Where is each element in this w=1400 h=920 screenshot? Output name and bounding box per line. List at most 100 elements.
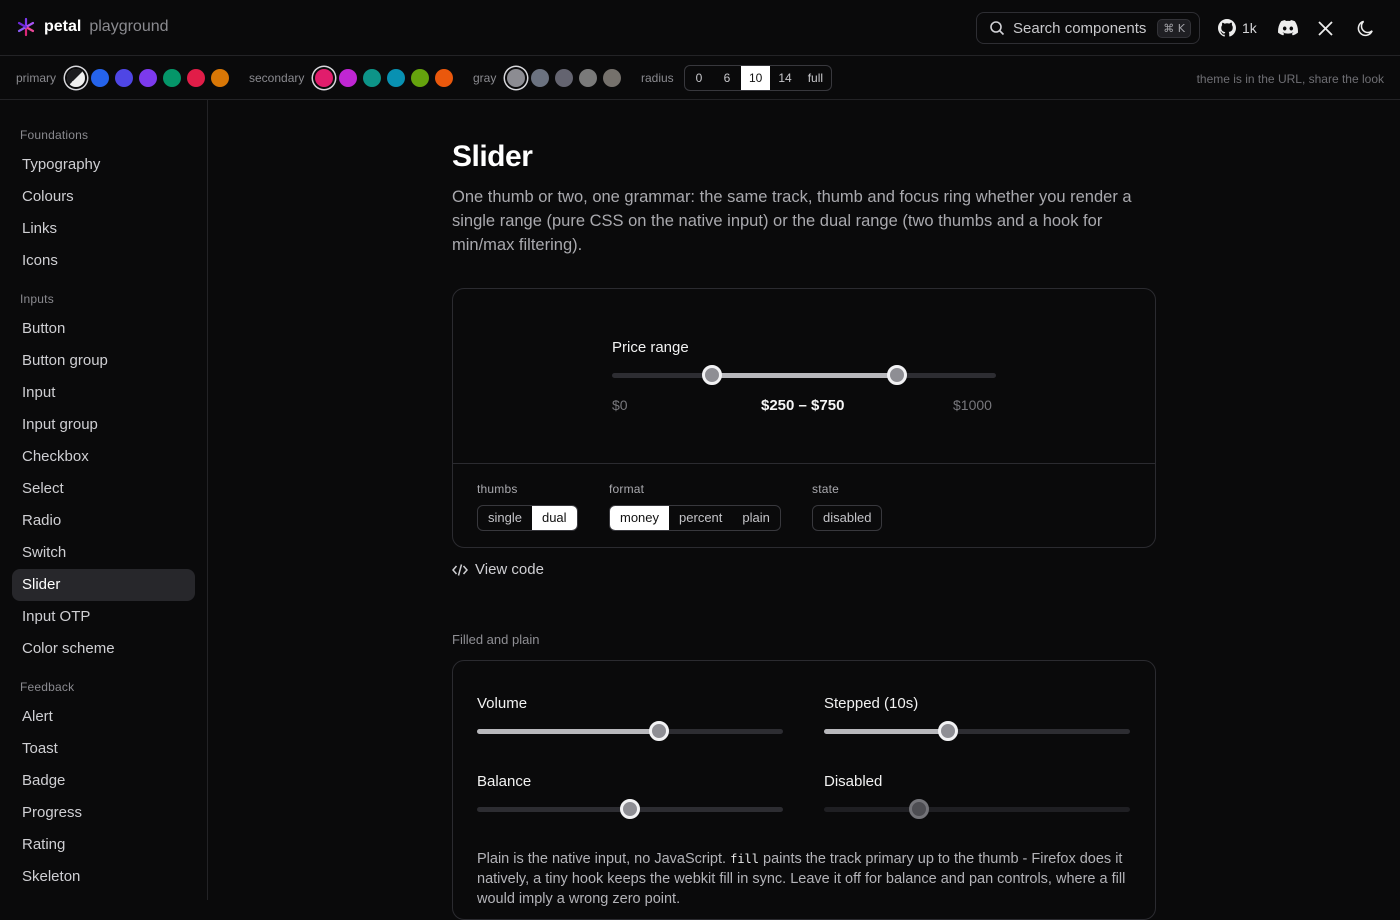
volume-slider-thumb[interactable] [649, 721, 670, 741]
gray-label: gray [473, 71, 497, 85]
secondary-label: secondary [249, 71, 305, 85]
secondary-swatch[interactable] [315, 69, 333, 87]
secondary-swatch[interactable] [339, 69, 357, 87]
primary-swatch[interactable] [139, 69, 157, 87]
thumbs-option-dual[interactable]: dual [531, 506, 577, 530]
sidebar-item-input-otp[interactable]: Input OTP [12, 601, 195, 633]
disabled-slider-thumb [908, 799, 929, 819]
format-option-plain[interactable]: plain [732, 506, 779, 530]
brand-name: petal [44, 18, 82, 35]
secondary-swatch[interactable] [363, 69, 381, 87]
search-placeholder: Search components [1013, 19, 1147, 37]
sidebar-item-skeleton[interactable]: Skeleton [12, 861, 195, 893]
gray-swatch[interactable] [579, 69, 597, 87]
state-option-disabled[interactable]: disabled [813, 506, 881, 530]
github-icon [1218, 19, 1236, 37]
gray-swatch[interactable] [603, 69, 621, 87]
thumbs-toggle: single dual [477, 505, 578, 531]
brand[interactable]: petal playground [16, 17, 169, 37]
primary-swatch[interactable] [163, 69, 181, 87]
sidebar-item-colours[interactable]: Colours [12, 181, 195, 213]
disabled-label: Disabled [824, 773, 883, 790]
primary-swatch[interactable] [187, 69, 205, 87]
fill-code: fill [730, 852, 759, 866]
format-option-percent[interactable]: percent [669, 506, 732, 530]
sidebar-item-progress[interactable]: Progress [12, 797, 195, 829]
brand-subtitle: playground [89, 18, 169, 35]
sidebar-item-icons[interactable]: Icons [12, 245, 195, 277]
sidebar-item-alert[interactable]: Alert [12, 701, 195, 733]
format-option-label: format [609, 482, 645, 496]
x-link[interactable] [1318, 18, 1333, 38]
sidebar-item-input-group[interactable]: Input group [12, 409, 195, 441]
top-bar: petal playground Search components ⌘ K 1… [0, 0, 1400, 56]
sidebar-item-rating[interactable]: Rating [12, 829, 195, 861]
format-option-money[interactable]: money [610, 506, 670, 530]
stepped-10s-slider-thumb[interactable] [937, 721, 958, 741]
section-heading: Filled and plain [452, 632, 540, 647]
page-title: Slider [452, 140, 533, 173]
format-toggle: money percent plain [609, 505, 781, 531]
primary-label: primary [16, 71, 57, 85]
radius-option[interactable]: 0 [685, 66, 713, 90]
card-divider [453, 463, 1155, 464]
sidebar-item-switch[interactable]: Switch [12, 537, 195, 569]
state-option-label: state [812, 482, 840, 496]
sidebar-item-radio[interactable]: Radio [12, 505, 195, 537]
price-max-label: $1000 [953, 397, 992, 413]
search-shortcut: ⌘ K [1157, 18, 1191, 38]
sidebar-item-typography[interactable]: Typography [12, 149, 195, 181]
secondary-swatch[interactable] [435, 69, 453, 87]
radius-option[interactable]: 10 [741, 66, 771, 90]
primary-swatch[interactable] [115, 69, 133, 87]
github-link[interactable]: 1k [1218, 18, 1257, 38]
view-code-button[interactable]: View code [452, 561, 544, 578]
sidebar-item-links[interactable]: Links [12, 213, 195, 245]
secondary-swatch[interactable] [411, 69, 429, 87]
search-button[interactable]: Search components ⌘ K [976, 12, 1200, 44]
primary-swatch[interactable] [211, 69, 229, 87]
radius-option[interactable]: 14 [770, 66, 799, 90]
gray-swatch[interactable] [531, 69, 549, 87]
sidebar-item-input[interactable]: Input [12, 377, 195, 409]
balance-label: Balance [477, 773, 532, 790]
discord-link[interactable] [1278, 18, 1298, 38]
discord-icon [1278, 20, 1298, 36]
thumbs-option-single[interactable]: single [478, 506, 532, 530]
balance-slider-thumb[interactable] [620, 799, 640, 819]
price-range-max-thumb[interactable] [886, 365, 907, 385]
radius-option[interactable]: full [800, 66, 831, 90]
volume-slider-fill [477, 729, 660, 734]
sidebar-item-color-scheme[interactable]: Color scheme [12, 633, 195, 665]
petal-logo-icon [17, 17, 35, 37]
moon-icon [1357, 20, 1373, 36]
sidebar-item-select[interactable]: Select [12, 473, 195, 505]
x-icon [1318, 20, 1333, 36]
radius-label: radius [641, 71, 674, 85]
theme-url-note: theme is in the URL, share the look [1196, 72, 1384, 86]
price-range-fill [711, 373, 897, 378]
gray-swatch[interactable] [507, 69, 525, 87]
primary-swatch[interactable] [91, 69, 109, 87]
gray-swatch[interactable] [555, 69, 573, 87]
price-range-min-thumb[interactable] [701, 365, 722, 385]
radius-option[interactable]: 6 [713, 66, 741, 90]
volume-label: Volume [477, 695, 528, 712]
github-star-count: 1k [1242, 20, 1257, 36]
disabled-slider-track [824, 807, 1130, 812]
secondary-swatch[interactable] [387, 69, 405, 87]
sidebar-item-toast[interactable]: Toast [12, 733, 195, 765]
sidebar-item-badge[interactable]: Badge [12, 765, 195, 797]
section-note: Plain is the native input, no JavaScript… [477, 851, 1126, 907]
sidebar-item-slider[interactable]: Slider [12, 569, 195, 601]
sidebar: Foundations Typography Colours Links Icons In… [0, 100, 208, 900]
price-range-value: $250 – $750 [761, 397, 845, 414]
sidebar-group-title: Inputs [20, 292, 54, 306]
page-lead: One thumb or two, one grammar: the same … [452, 188, 1132, 254]
sidebar-item-button-group[interactable]: Button group [12, 345, 195, 377]
color-mode-toggle[interactable] [1356, 18, 1375, 38]
primary-swatch[interactable] [67, 69, 85, 87]
sidebar-item-checkbox[interactable]: Checkbox [12, 441, 195, 473]
sidebar-item-button[interactable]: Button [12, 313, 195, 345]
code-icon [452, 563, 468, 576]
